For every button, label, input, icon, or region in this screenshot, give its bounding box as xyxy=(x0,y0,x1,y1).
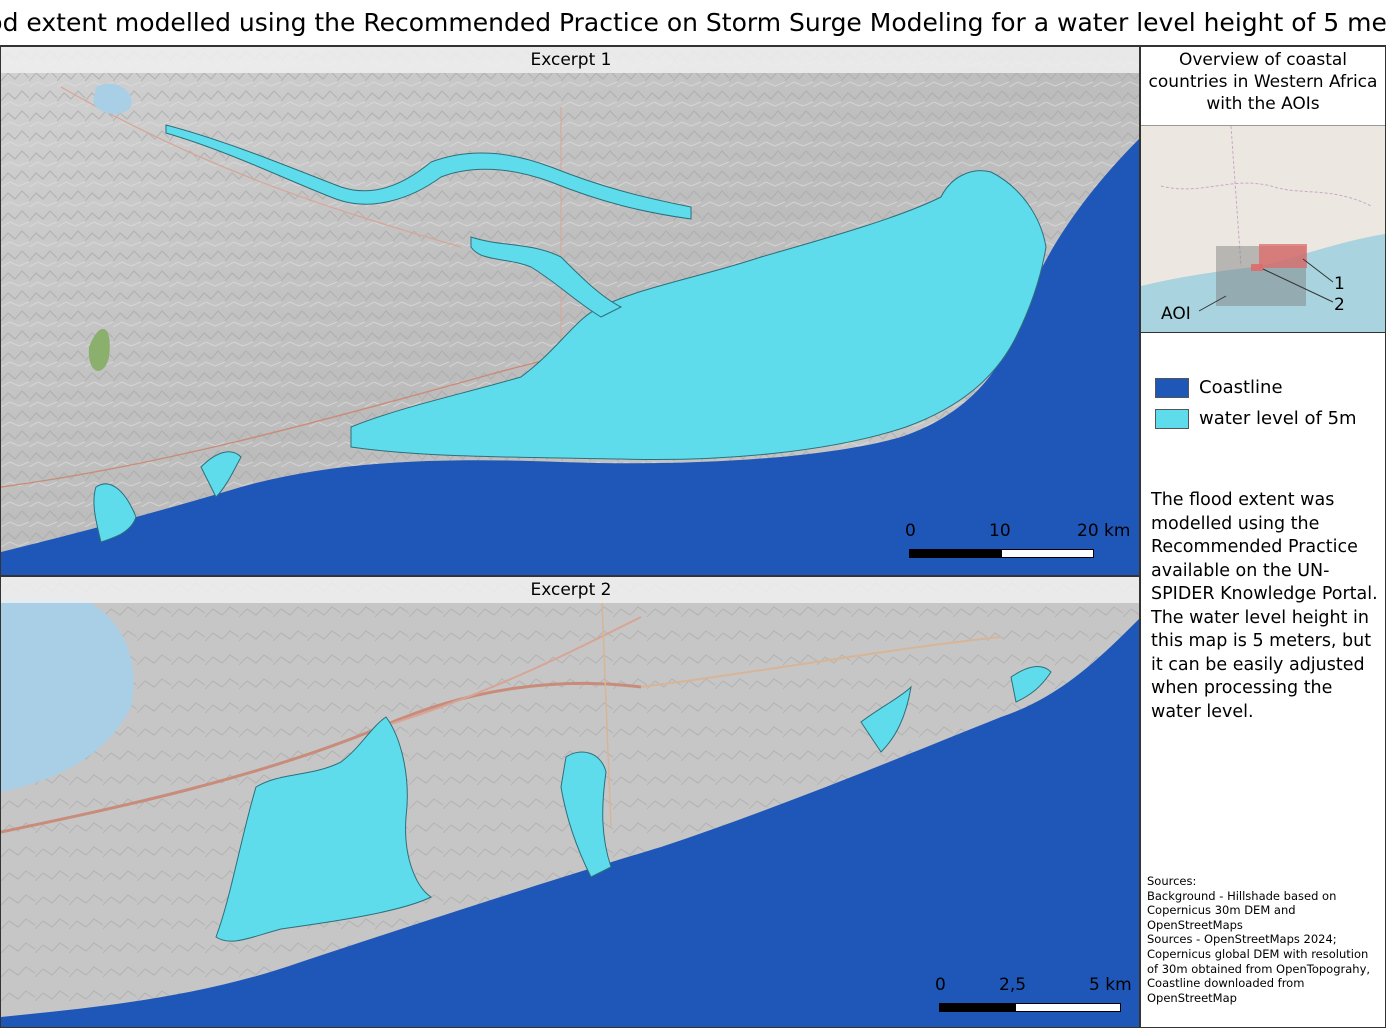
excerpt-2-scalebar: 0 2,5 5 km xyxy=(935,975,1132,1012)
overview-title: Overview of coastal countries in Western… xyxy=(1141,49,1385,115)
sources-line: Copernicus global DEM with resolution xyxy=(1147,946,1369,961)
description-text: The flood extent was modelled using the … xyxy=(1151,490,1378,722)
sources-line: OpenStreetMaps xyxy=(1147,917,1243,932)
excerpt-1-map[interactable]: Excerpt 1 0 10 20 km xyxy=(0,46,1140,576)
aoi-2-box xyxy=(1251,264,1263,271)
legend-item-coastline: Coastline xyxy=(1155,372,1357,403)
sources-text: Sources: Background - Hillshade based on… xyxy=(1147,874,1383,1005)
excerpt-1-scalebar: 0 10 20 km xyxy=(905,521,1130,558)
aoi-label: AOI xyxy=(1161,304,1191,324)
excerpt-2-map-canvas xyxy=(1,577,1139,1027)
legend-swatch xyxy=(1155,377,1189,398)
overview-map[interactable]: AOI 1 2 xyxy=(1141,125,1385,333)
scale-tick: 0 xyxy=(905,521,916,541)
excerpt-2-map[interactable]: Excerpt 2 0 2,5 5 km xyxy=(0,576,1140,1028)
scale-tick: 20 km xyxy=(1077,521,1131,541)
overview-title-line: Overview of coastal xyxy=(1178,50,1348,70)
sources-line: Coastline downloaded from xyxy=(1147,976,1305,991)
sources-line: Sources: xyxy=(1147,874,1197,888)
overview-map-canvas: AOI 1 2 xyxy=(1141,126,1385,332)
scale-tick: 5 km xyxy=(1089,975,1132,995)
overview-title-line: with the AOIs xyxy=(1206,94,1320,114)
scale-tick: 0 xyxy=(935,975,946,995)
sources-line: Copernicus 30m DEM and xyxy=(1147,903,1296,918)
overview-title-line: countries in Western Africa xyxy=(1148,72,1378,92)
sources-line: Background - Hillshade based on xyxy=(1147,888,1337,903)
excerpt-2-label: Excerpt 2 xyxy=(1,577,1139,603)
excerpt-1-label: Excerpt 1 xyxy=(1,47,1139,73)
scale-tick: 10 xyxy=(989,521,1011,541)
sources-line: Sources - OpenStreetMaps 2024; xyxy=(1147,932,1337,947)
legend-label: Coastline xyxy=(1199,377,1283,398)
legend: Coastline water level of 5m xyxy=(1155,372,1357,434)
sources-line: of 30m obtained from OpenTopograhy, xyxy=(1147,961,1371,976)
scale-tick: 2,5 xyxy=(999,975,1027,995)
excerpt-1-map-canvas xyxy=(1,47,1139,575)
aoi-1-label: 1 xyxy=(1334,274,1345,294)
legend-item-water-level: water level of 5m xyxy=(1155,403,1357,434)
sources-line: OpenStreetMap xyxy=(1147,990,1237,1005)
aoi-2-label: 2 xyxy=(1334,295,1345,315)
side-panel: Overview of coastal countries in Western… xyxy=(1140,46,1386,1028)
map-title: Flood extent modelled using the Recommen… xyxy=(0,0,1386,46)
aoi-1-box xyxy=(1259,244,1307,268)
legend-label: water level of 5m xyxy=(1199,408,1357,429)
legend-swatch xyxy=(1155,408,1189,429)
